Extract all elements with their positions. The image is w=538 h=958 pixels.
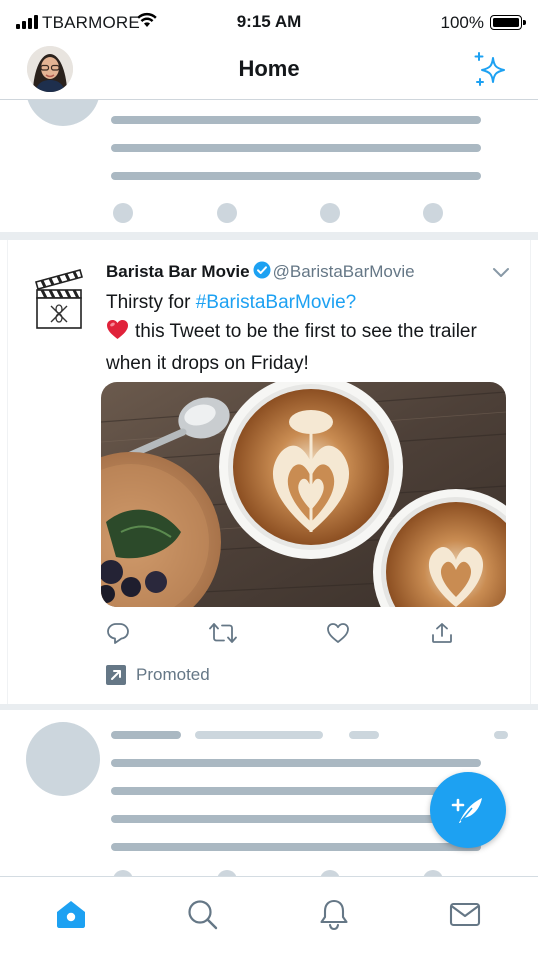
verified-badge-icon <box>253 261 271 279</box>
placeholder-line <box>494 731 508 739</box>
retweet-icon[interactable] <box>209 621 237 645</box>
placeholder-action <box>320 203 340 223</box>
sparkle-icon[interactable] <box>470 50 510 90</box>
placeholder-line <box>111 731 181 739</box>
battery-percent: 100% <box>440 13 484 32</box>
promoted-tweet[interactable]: Barista Bar Movie @BaristaBarMovie Thirst… <box>7 240 531 706</box>
placeholder-line <box>111 116 481 124</box>
page-title: Home <box>238 56 300 81</box>
like-icon[interactable] <box>326 621 350 645</box>
display-name[interactable]: Barista Bar Movie <box>106 262 250 281</box>
placeholder-action <box>217 203 237 223</box>
battery-icon <box>490 15 526 30</box>
heart-emoji-icon <box>106 319 129 349</box>
status-bar: TBARMORE 9:15 AM 100% <box>0 0 538 44</box>
promoted-arrow-icon <box>106 665 126 685</box>
home-icon[interactable] <box>54 897 88 931</box>
placeholder-line <box>111 759 481 767</box>
placeholder-line <box>111 787 481 795</box>
placeholder-line <box>111 815 481 823</box>
placeholder-action <box>113 203 133 223</box>
placeholder-line <box>195 731 323 739</box>
tweet-text-lead: Thirsty for <box>106 292 196 313</box>
promoted-label: Promoted <box>136 665 210 684</box>
chevron-down-icon[interactable] <box>492 267 510 279</box>
placeholder-line <box>349 731 379 739</box>
tweet-actions <box>101 621 506 647</box>
feed-divider <box>0 232 538 240</box>
search-icon[interactable] <box>185 897 219 931</box>
tweet-image[interactable] <box>101 382 506 607</box>
messages-icon[interactable] <box>448 897 482 931</box>
tweet-text: Thirsty for #BaristaBarMovie? this Tweet… <box>106 288 516 378</box>
placeholder-avatar <box>26 722 100 796</box>
placeholder-line <box>111 843 481 851</box>
user-handle[interactable]: @BaristaBarMovie <box>273 262 415 281</box>
placeholder-line <box>111 172 481 180</box>
placeholder-action <box>423 203 443 223</box>
reply-icon[interactable] <box>106 621 130 645</box>
feed-divider <box>0 704 538 710</box>
tweet-text-body: this Tweet to be the first to see the tr… <box>106 321 477 374</box>
feather-plus-icon <box>451 798 482 823</box>
hashtag-link[interactable]: #BaristaBarMovie? <box>196 292 357 313</box>
compose-tweet-button[interactable] <box>430 772 506 848</box>
placeholder-line <box>111 144 481 152</box>
bottom-tab-bar <box>0 876 538 958</box>
share-icon[interactable] <box>430 621 454 645</box>
tweet-header: Barista Bar Movie @BaristaBarMovie <box>106 261 415 282</box>
clapperboard-logo <box>35 269 83 329</box>
top-nav-bar: Home <box>0 44 538 100</box>
notifications-icon[interactable] <box>317 897 351 931</box>
